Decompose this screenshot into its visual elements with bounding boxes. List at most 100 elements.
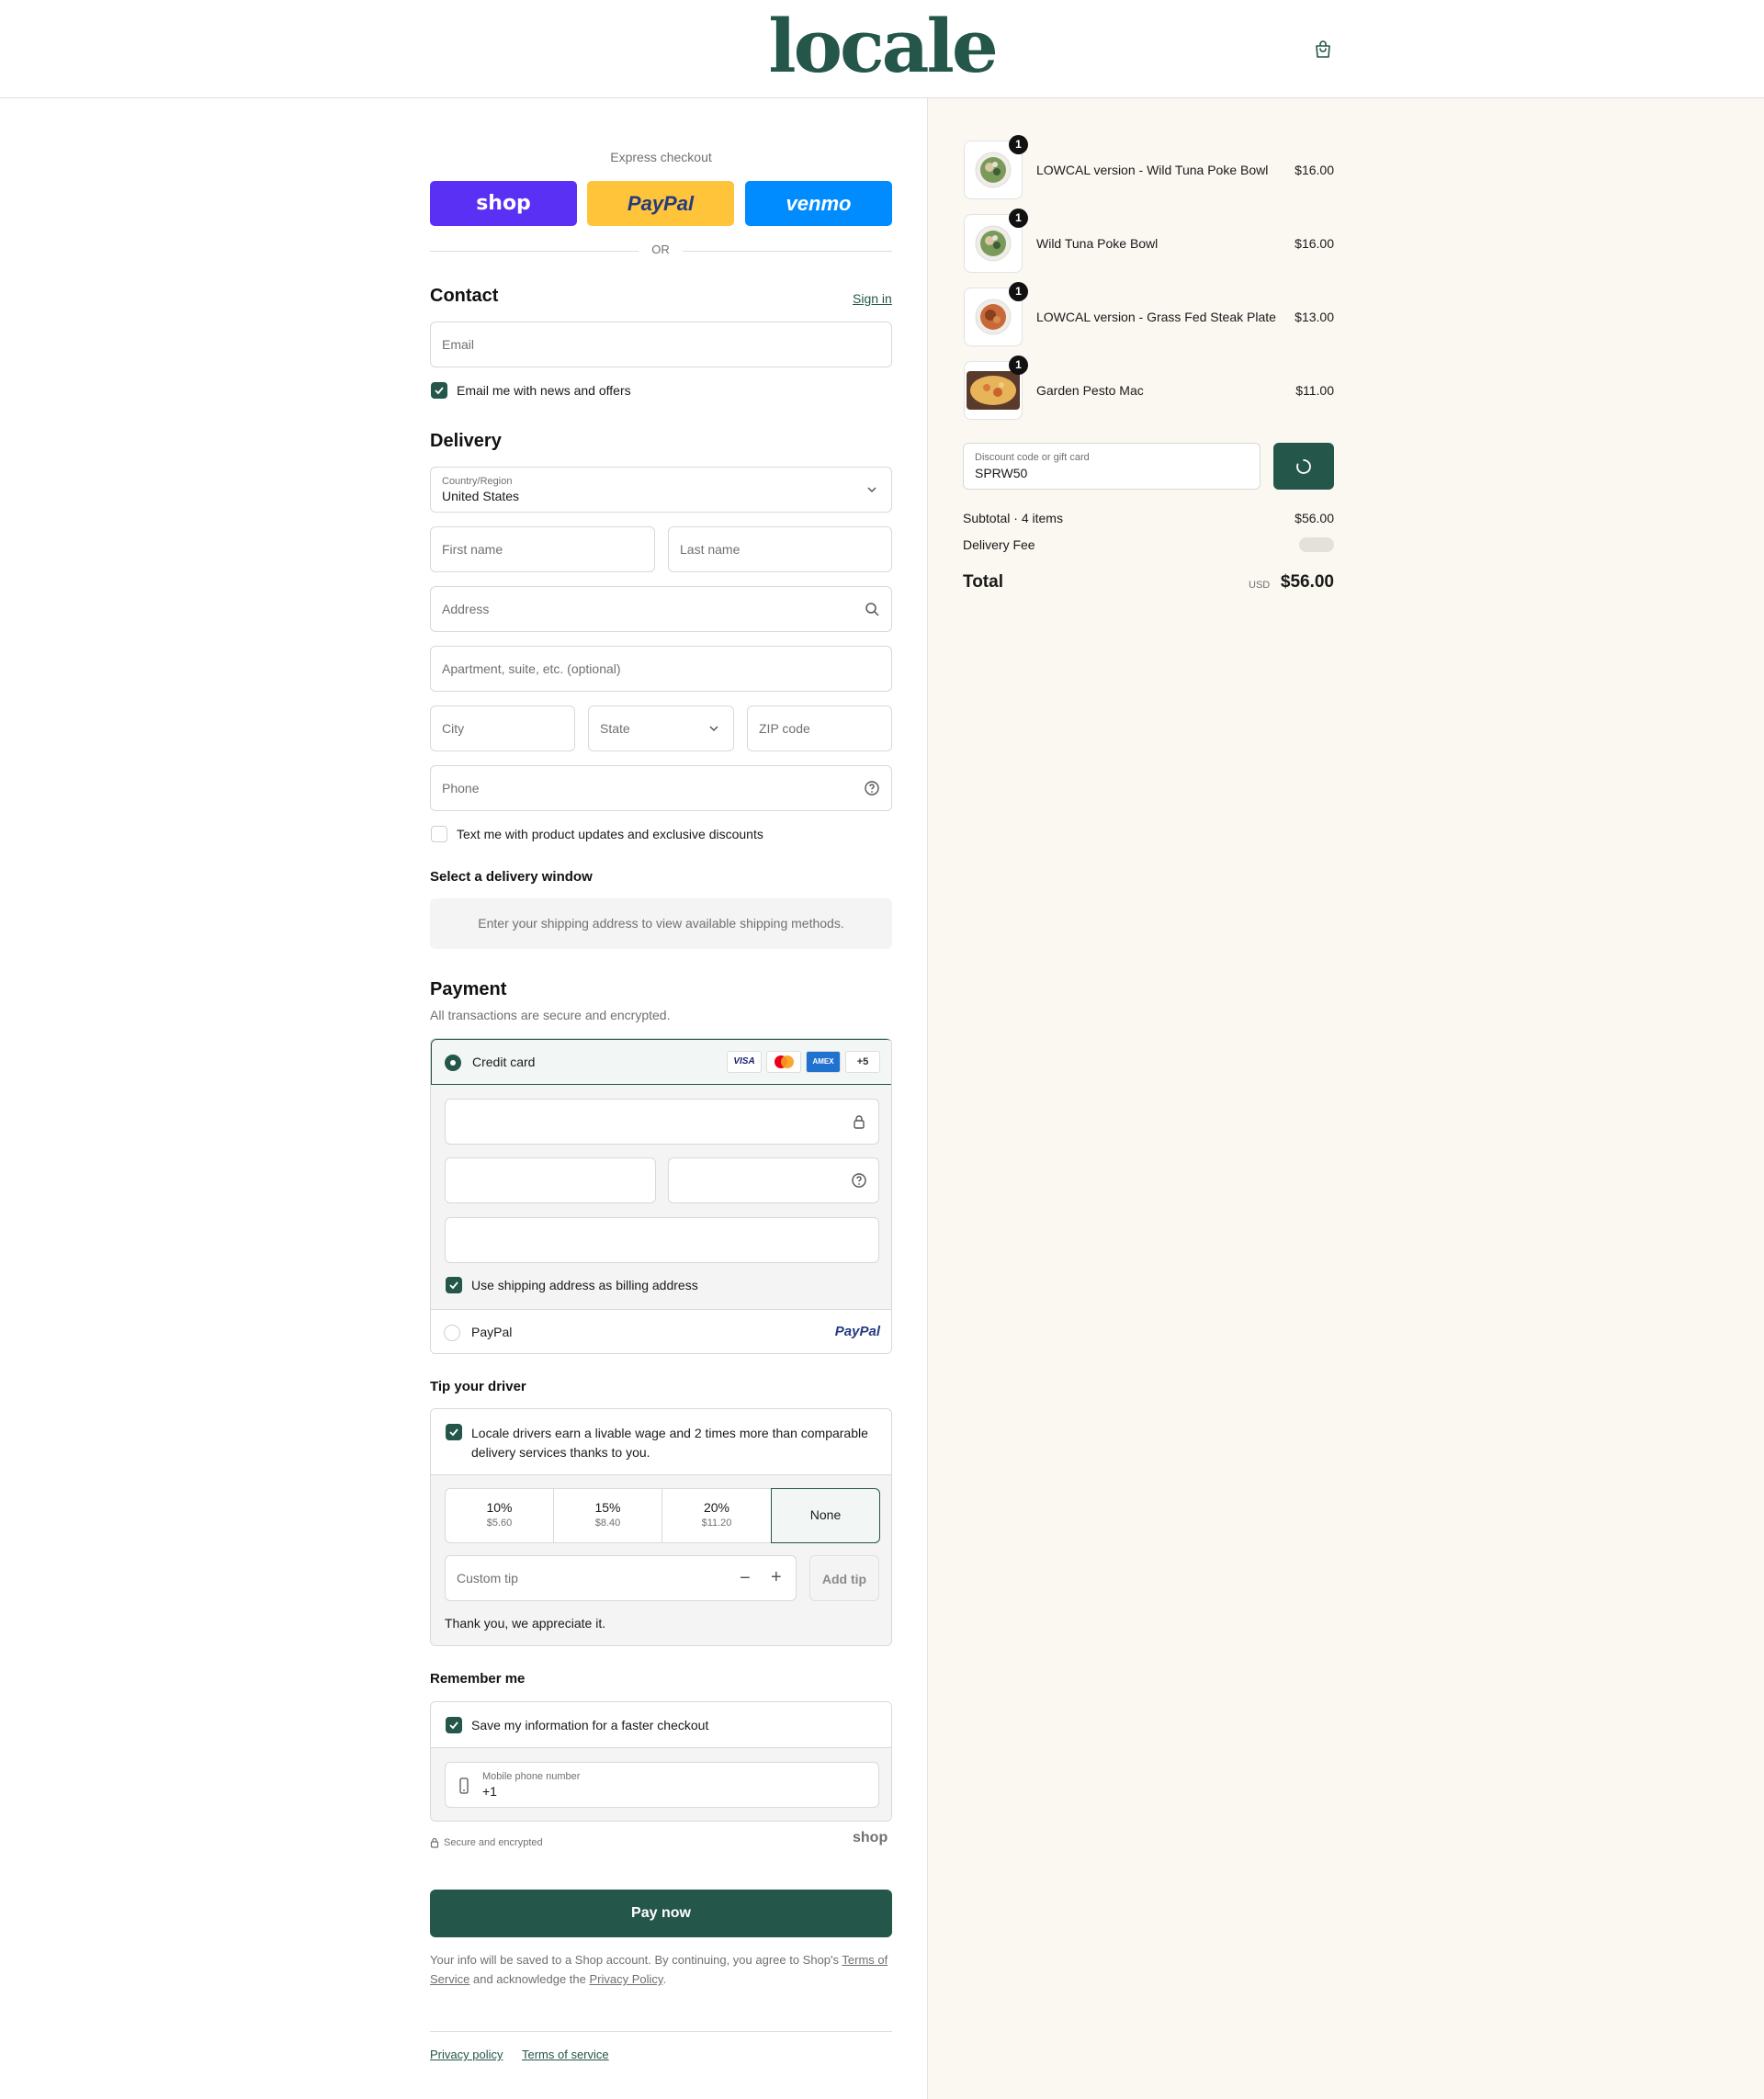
payment-methods: Credit card VISA AMEX +5 Use shipping ad… bbox=[430, 1038, 892, 1354]
or-divider-label: OR bbox=[651, 243, 670, 256]
privacy-policy-link[interactable]: Privacy Policy bbox=[589, 1972, 662, 1986]
tip-option-amount: $11.20 bbox=[701, 1518, 732, 1529]
phone-field[interactable]: Phone bbox=[430, 765, 892, 811]
mobile-phone-field[interactable]: Mobile phone number +1 bbox=[445, 1762, 879, 1808]
chevron-down-icon bbox=[867, 487, 876, 493]
tip-option-10[interactable]: 10% $5.60 bbox=[446, 1489, 554, 1542]
save-info-checkbox[interactable] bbox=[446, 1717, 462, 1733]
subtotal-label: Subtotal · 4 items bbox=[963, 511, 1063, 525]
tip-checkbox[interactable] bbox=[446, 1424, 462, 1440]
shopping-bag-icon[interactable] bbox=[1312, 39, 1334, 61]
apply-discount-button[interactable] bbox=[1273, 443, 1334, 490]
plus-icon[interactable]: + bbox=[771, 1567, 782, 1588]
payment-heading: Payment bbox=[430, 979, 507, 999]
custom-tip-field[interactable]: Custom tip − + bbox=[445, 1555, 797, 1601]
news-checkbox-label: Email me with news and offers bbox=[457, 383, 631, 398]
chevron-down-icon bbox=[709, 726, 718, 732]
tip-option-pct: 10% bbox=[486, 1500, 513, 1515]
credit-card-radio[interactable] bbox=[445, 1055, 461, 1071]
discount-code-value: SPRW50 bbox=[975, 466, 1028, 480]
paypal-logo: PayPal bbox=[834, 1324, 880, 1339]
legal-period: . bbox=[662, 1972, 667, 1986]
mobile-phone-area: Mobile phone number +1 bbox=[431, 1748, 891, 1821]
state-select[interactable]: State bbox=[588, 705, 734, 751]
zip-field[interactable]: ZIP code bbox=[747, 705, 892, 751]
item-name: LOWCAL version - Grass Fed Steak Plate bbox=[1036, 310, 1276, 324]
tip-notice: Locale drivers earn a livable wage and 2… bbox=[471, 1426, 868, 1460]
item-name: LOWCAL version - Wild Tuna Poke Bowl bbox=[1036, 163, 1269, 177]
minus-icon[interactable]: − bbox=[740, 1568, 751, 1589]
item-thumbnail: 1 bbox=[964, 355, 1028, 420]
tip-option-15[interactable]: 15% $8.40 bbox=[554, 1489, 662, 1542]
card-number-field[interactable] bbox=[445, 1099, 879, 1145]
total-currency: USD bbox=[1249, 580, 1271, 591]
venmo-button[interactable]: venmo bbox=[745, 181, 892, 226]
item-thumbnail: 1 bbox=[964, 209, 1028, 273]
sms-checkbox[interactable] bbox=[431, 826, 447, 842]
mobile-phone-label: Mobile phone number bbox=[482, 1771, 581, 1782]
delivery-fee-loading-placeholder bbox=[1299, 537, 1334, 552]
address-field[interactable]: Address bbox=[430, 586, 892, 632]
item-name: Garden Pesto Mac bbox=[1036, 383, 1144, 398]
tip-card: Locale drivers earn a livable wage and 2… bbox=[430, 1408, 892, 1646]
more-brands-badge: +5 bbox=[845, 1051, 880, 1073]
contact-heading: Contact bbox=[430, 286, 499, 306]
apartment-field[interactable]: Apartment, suite, etc. (optional) bbox=[430, 646, 892, 692]
item-price: $16.00 bbox=[1295, 236, 1334, 251]
card-name-field[interactable] bbox=[445, 1217, 879, 1263]
footer-terms-link[interactable]: Terms of service bbox=[522, 2048, 609, 2061]
state-placeholder: State bbox=[600, 721, 630, 736]
billing-checkbox[interactable] bbox=[446, 1277, 462, 1293]
remember-heading: Remember me bbox=[430, 1671, 526, 1687]
apartment-placeholder: Apartment, suite, etc. (optional) bbox=[442, 661, 621, 676]
site-header: locale bbox=[0, 0, 1764, 98]
city-field[interactable]: City bbox=[430, 705, 575, 751]
lock-icon bbox=[430, 1837, 439, 1848]
first-name-field[interactable]: First name bbox=[430, 526, 655, 572]
tip-option-none[interactable]: None bbox=[771, 1488, 880, 1543]
amex-icon: AMEX bbox=[806, 1051, 841, 1073]
quantity-badge: 1 bbox=[1009, 209, 1028, 228]
discount-code-label: Discount code or gift card bbox=[975, 452, 1090, 463]
country-select[interactable]: Country/Region United States bbox=[430, 467, 892, 513]
add-tip-button[interactable]: Add tip bbox=[809, 1555, 879, 1601]
paypal-radio[interactable] bbox=[444, 1325, 460, 1341]
tip-option-20[interactable]: 20% $11.20 bbox=[662, 1489, 771, 1542]
loading-spinner-icon bbox=[1296, 459, 1311, 474]
subtotal-value: $56.00 bbox=[1295, 511, 1334, 525]
tip-option-amount: $5.60 bbox=[486, 1518, 513, 1529]
tip-thanks: Thank you, we appreciate it. bbox=[445, 1616, 606, 1631]
tip-option-pct: None bbox=[809, 1507, 842, 1522]
email-field[interactable]: Email bbox=[430, 322, 892, 367]
shop-pay-button[interactable]: shop bbox=[430, 181, 577, 226]
card-cvv-field[interactable] bbox=[668, 1157, 879, 1203]
quantity-badge: 1 bbox=[1009, 355, 1028, 375]
site-logo[interactable]: locale bbox=[764, 0, 1000, 92]
credit-card-option[interactable]: Credit card VISA AMEX +5 bbox=[431, 1039, 891, 1085]
paypal-button[interactable]: PayPal bbox=[587, 181, 734, 226]
zip-placeholder: ZIP code bbox=[759, 721, 810, 736]
country-label: Country/Region bbox=[442, 476, 513, 487]
shop-logo: shop bbox=[853, 1830, 888, 1845]
discount-code-field[interactable]: Discount code or gift card SPRW50 bbox=[963, 443, 1261, 490]
total-label: Total bbox=[963, 572, 1003, 592]
paypal-option[interactable]: PayPal PayPal bbox=[431, 1309, 891, 1353]
secure-encrypted-label: Secure and encrypted bbox=[444, 1837, 543, 1848]
email-placeholder: Email bbox=[442, 337, 475, 352]
help-circle-icon[interactable] bbox=[864, 780, 880, 796]
card-expiry-field[interactable] bbox=[445, 1157, 656, 1203]
footer-privacy-link[interactable]: Privacy policy bbox=[430, 2048, 503, 2061]
news-checkbox[interactable] bbox=[431, 382, 447, 399]
item-name: Wild Tuna Poke Bowl bbox=[1036, 236, 1159, 251]
custom-tip-placeholder: Custom tip bbox=[457, 1571, 518, 1586]
item-price: $16.00 bbox=[1295, 163, 1334, 177]
sign-in-link[interactable]: Sign in bbox=[853, 291, 892, 306]
lock-icon bbox=[854, 1115, 865, 1129]
card-fields-area: Use shipping address as billing address bbox=[431, 1085, 891, 1309]
last-name-field[interactable]: Last name bbox=[668, 526, 892, 572]
help-circle-icon[interactable] bbox=[851, 1172, 867, 1189]
pay-now-button[interactable]: Pay now bbox=[430, 1890, 892, 1937]
item-thumbnail: 1 bbox=[964, 282, 1028, 346]
country-value: United States bbox=[442, 489, 520, 503]
delivery-window-heading: Select a delivery window bbox=[430, 869, 593, 885]
